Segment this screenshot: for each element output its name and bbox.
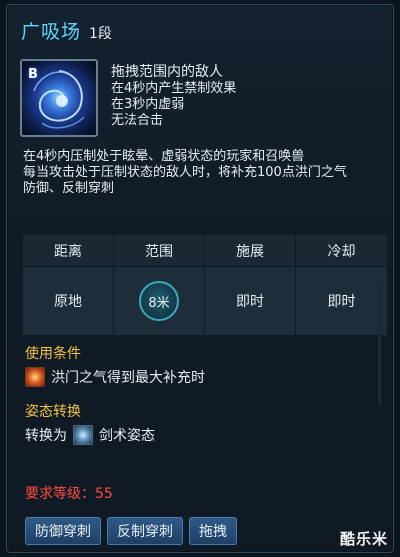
description-line: 防御、反制穿刺: [23, 181, 115, 196]
skill-name: 广吸场: [21, 21, 82, 43]
tag-counter-pierce: 反制穿刺: [107, 517, 183, 545]
effect-line: 无法合击: [111, 113, 164, 128]
stat-header-range: 范围: [114, 235, 205, 267]
effect-line: 在4秒内产生禁制效果: [111, 81, 237, 96]
tag-list: 防御穿刺 反制穿刺 拖拽: [25, 517, 237, 545]
stat-value-distance: 原地: [23, 267, 114, 335]
range-badge: 8米: [139, 281, 179, 321]
usage-condition-text: 洪门之气得到最大补充时: [51, 370, 205, 386]
stat-value-range: 8米: [114, 267, 205, 335]
watermark: 酷乐米: [339, 530, 388, 548]
title-row: 广吸场 1段: [21, 17, 112, 44]
skill-description: 在4秒内压制处于眩晕、虚弱状态的玩家和召唤兽 每当攻击处于压制状态的敌人时，将补…: [23, 149, 391, 197]
sword-stance-icon: [73, 425, 93, 445]
stat-header-cooldown: 冷却: [296, 235, 387, 267]
fire-icon: [25, 367, 45, 387]
stats-table: 距离 范围 施展 冷却 原地 8米 即时 即时: [23, 235, 387, 335]
stance-target: 剑术姿态: [99, 428, 155, 444]
skill-icon: B: [20, 59, 98, 137]
stat-value-cast: 即时: [205, 267, 296, 335]
stat-header-cast: 施展: [205, 235, 296, 267]
stat-value-cooldown: 即时: [296, 267, 387, 335]
effect-line: 在3秒内虚弱: [111, 97, 185, 112]
scrollbar[interactable]: [378, 285, 381, 405]
stance-title: 姿态转换: [25, 404, 81, 420]
usage-condition: 洪门之气得到最大补充时: [25, 367, 205, 387]
skill-tooltip: 广吸场 1段 B 拖拽范围内的敌人 在4秒内产生禁制效果 在3秒内虚弱 无法合击…: [6, 4, 394, 553]
hotkey-label: B: [28, 67, 38, 82]
stance-prefix: 转换为: [25, 428, 67, 444]
tag-defense-pierce: 防御穿刺: [25, 517, 101, 545]
skill-rank: 1段: [89, 26, 112, 42]
level-requirement: 要求等级：55: [25, 486, 113, 502]
effect-main: 拖拽范围内的敌人: [111, 64, 223, 80]
tag-drag: 拖拽: [189, 517, 237, 545]
usage-title: 使用条件: [25, 346, 81, 362]
effects-list: 拖拽范围内的敌人 在4秒内产生禁制效果 在3秒内虚弱 无法合击: [111, 63, 236, 129]
description-line: 每当攻击处于压制状态的敌人时，将补充100点洪门之气: [23, 165, 347, 180]
stat-header-distance: 距离: [23, 235, 114, 267]
stance-switch: 转换为 剑术姿态: [25, 425, 155, 445]
description-line: 在4秒内压制处于眩晕、虚弱状态的玩家和召唤兽: [23, 149, 305, 164]
